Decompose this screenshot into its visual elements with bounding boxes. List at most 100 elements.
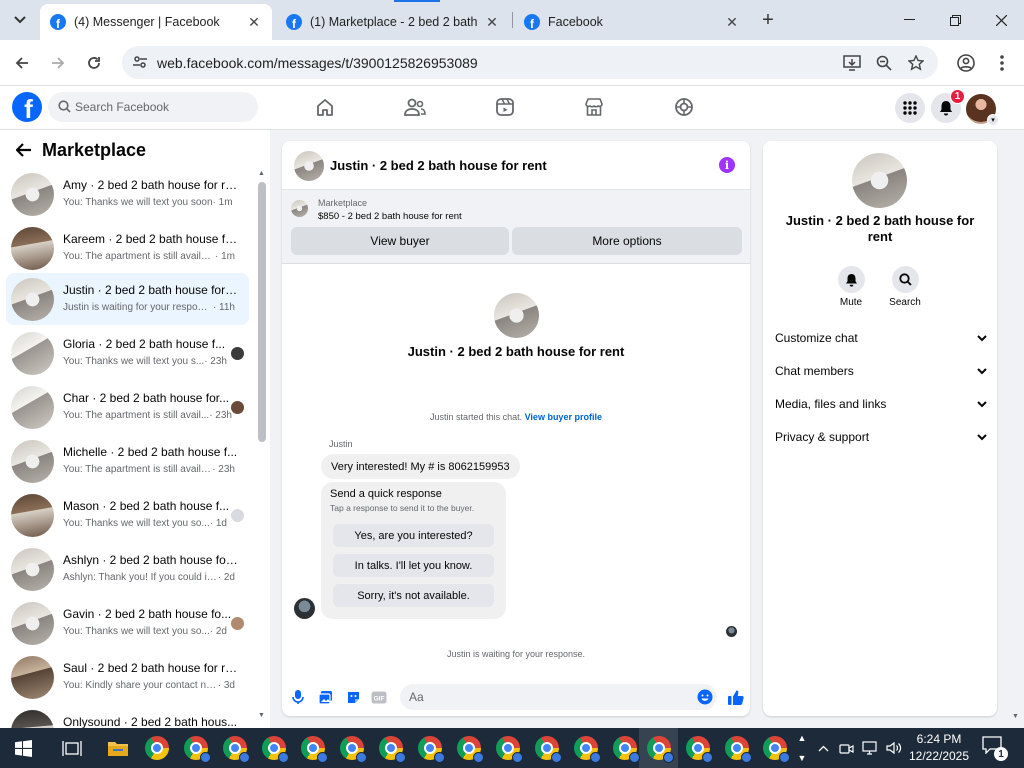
install-app-icon[interactable] <box>842 53 862 73</box>
chrome-taskbar-10[interactable] <box>488 728 527 768</box>
search-in-chat-button[interactable]: Search <box>885 266 925 308</box>
media-files-links-row[interactable]: Media, files and links <box>775 392 987 416</box>
volume-button[interactable] <box>884 728 904 768</box>
conversation-item-onlysound[interactable]: Onlysound · 2 bed 2 bath hous... <box>6 705 249 728</box>
new-tab-button[interactable]: + <box>756 8 780 32</box>
chat-title[interactable]: Justin · 2 bed 2 bath house for rent <box>330 158 547 173</box>
chrome-taskbar-12[interactable] <box>566 728 605 768</box>
tab-marketplace[interactable]: f (1) Marketplace - 2 bed 2 bath h ✕ <box>276 4 510 40</box>
conversation-item-mason[interactable]: Mason · 2 bed 2 bath house f... You: Tha… <box>6 489 249 541</box>
tab-search-button[interactable] <box>8 8 32 32</box>
info-icon[interactable]: i <box>719 157 735 173</box>
chrome-taskbar-5[interactable] <box>293 728 332 768</box>
customize-chat-row[interactable]: Customize chat <box>775 326 987 350</box>
close-window-button[interactable] <box>978 0 1024 40</box>
task-view-button[interactable] <box>52 728 91 768</box>
chrome-taskbar-2[interactable] <box>176 728 215 768</box>
zoom-icon[interactable] <box>874 53 894 73</box>
meet-now-button[interactable] <box>836 728 856 768</box>
restore-button[interactable] <box>932 0 978 40</box>
page-scroll-down-icon[interactable]: ▼ <box>1012 713 1019 720</box>
network-button[interactable] <box>860 728 880 768</box>
back-button[interactable] <box>8 49 36 77</box>
taskbar-scroll-arrows[interactable]: ▲ ▼ <box>794 728 810 768</box>
chrome-taskbar-17[interactable] <box>755 728 794 768</box>
conversation-item-amy[interactable]: Amy · 2 bed 2 bath house for re... You: … <box>6 168 249 220</box>
back-arrow-icon[interactable] <box>12 138 36 162</box>
chrome-taskbar-1[interactable] <box>137 728 176 768</box>
chrome-taskbar-3[interactable] <box>215 728 254 768</box>
chrome-taskbar-16[interactable] <box>717 728 756 768</box>
chrome-taskbar-9[interactable] <box>449 728 488 768</box>
conversation-item-kareem[interactable]: Kareem · 2 bed 2 bath house fo... You: T… <box>6 222 249 274</box>
profile-avatar[interactable] <box>852 153 907 208</box>
conversation-item-char[interactable]: Char · 2 bed 2 bath house for... You: Th… <box>6 381 249 433</box>
scroll-up-arrow-icon[interactable]: ▲ <box>258 170 265 177</box>
conversation-item-gloria[interactable]: Gloria · 2 bed 2 bath house f... You: Th… <box>6 327 249 379</box>
quick-response-not-available[interactable]: Sorry, it's not available. <box>333 584 494 607</box>
emoji-icon[interactable] <box>697 689 713 708</box>
site-settings-icon[interactable] <box>132 54 148 73</box>
bookmark-star-icon[interactable] <box>906 53 926 73</box>
more-options-button[interactable]: More options <box>512 227 742 255</box>
chrome-taskbar-14-active[interactable] <box>639 728 678 768</box>
view-buyer-profile-link[interactable]: View buyer profile <box>525 412 602 422</box>
close-tab-icon[interactable]: ✕ <box>246 14 262 30</box>
photo-icon[interactable] <box>316 688 334 706</box>
nav-video[interactable] <box>485 92 525 122</box>
show-hidden-icons-button[interactable] <box>814 728 832 768</box>
chrome-taskbar-15[interactable] <box>678 728 717 768</box>
minimize-button[interactable] <box>886 0 932 40</box>
quick-response-yes[interactable]: Yes, are you interested? <box>333 524 494 547</box>
message-input-box[interactable] <box>400 684 717 710</box>
intro-name: Justin · 2 bed 2 bath house for rent <box>407 344 625 359</box>
facebook-search[interactable] <box>48 92 258 122</box>
chrome-taskbar-11[interactable] <box>527 728 566 768</box>
chat-avatar[interactable] <box>294 151 324 181</box>
conversation-item-michelle[interactable]: Michelle · 2 bed 2 bath house f... You: … <box>6 435 249 487</box>
tab-messenger[interactable]: f (4) Messenger | Facebook ✕ <box>40 4 272 40</box>
message-input[interactable] <box>409 684 689 710</box>
quick-response-in-talks[interactable]: In talks. I'll let you know. <box>333 554 494 577</box>
conversation-item-ashlyn[interactable]: Ashlyn · 2 bed 2 bath house for... Ashly… <box>6 543 249 595</box>
start-button[interactable] <box>4 728 43 768</box>
close-tab-icon[interactable]: ✕ <box>724 14 740 30</box>
search-input[interactable] <box>75 92 250 122</box>
action-center-button[interactable]: 1 <box>982 736 1008 761</box>
mute-button[interactable]: Mute <box>831 266 871 308</box>
conversation-item-saul[interactable]: Saul · 2 bed 2 bath house for rent You: … <box>6 651 249 703</box>
privacy-support-row[interactable]: Privacy & support <box>775 425 987 449</box>
microphone-icon[interactable] <box>289 688 307 706</box>
view-buyer-button[interactable]: View buyer <box>291 227 509 255</box>
chrome-menu-button[interactable] <box>988 49 1016 77</box>
message-bubble[interactable]: Very interested! My # is 8062159953 <box>321 454 520 479</box>
close-tab-icon[interactable]: ✕ <box>484 14 500 30</box>
nav-home[interactable] <box>305 92 345 122</box>
reload-button[interactable] <box>80 49 108 77</box>
conversation-list-scrollbar[interactable] <box>258 182 266 442</box>
conversation-item-justin[interactable]: Justin · 2 bed 2 bath house for r... Jus… <box>6 273 249 325</box>
tab-facebook[interactable]: f Facebook ✕ <box>514 4 750 40</box>
chat-members-row[interactable]: Chat members <box>775 359 987 383</box>
nav-gaming[interactable] <box>664 92 704 122</box>
profile-button[interactable] <box>952 49 980 77</box>
chrome-taskbar-7[interactable] <box>371 728 410 768</box>
nav-friends[interactable] <box>395 92 435 122</box>
facebook-logo[interactable]: f <box>12 92 42 122</box>
nav-marketplace[interactable] <box>574 92 614 122</box>
chrome-taskbar-4[interactable] <box>254 728 293 768</box>
system-clock[interactable]: 6:24 PM 12/22/2025 <box>905 731 973 765</box>
address-bar[interactable]: web.facebook.com/messages/t/390012582695… <box>122 46 938 79</box>
thumbs-up-icon[interactable] <box>726 688 744 706</box>
listing-title[interactable]: $850 - 2 bed 2 bath house for rent <box>318 211 462 222</box>
gif-icon[interactable]: GIF <box>370 688 388 706</box>
account-avatar[interactable]: ▾ <box>966 94 999 126</box>
sticker-icon[interactable] <box>344 688 362 706</box>
chrome-taskbar-6[interactable] <box>332 728 371 768</box>
conversation-item-gavin[interactable]: Gavin · 2 bed 2 bath house fo... You: Th… <box>6 597 249 649</box>
menu-button[interactable] <box>895 93 925 123</box>
forward-button[interactable] <box>44 49 72 77</box>
scroll-down-arrow-icon[interactable]: ▼ <box>258 712 265 719</box>
file-explorer-button[interactable] <box>98 728 137 768</box>
chrome-taskbar-8[interactable] <box>410 728 449 768</box>
